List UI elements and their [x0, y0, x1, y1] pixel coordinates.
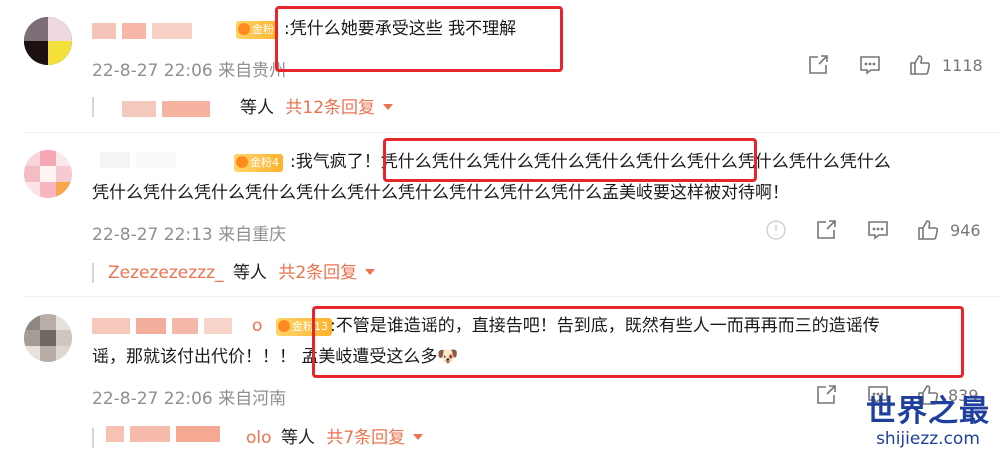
report-icon — [766, 220, 786, 240]
reply-divider — [92, 97, 94, 117]
divider — [24, 132, 1000, 133]
comment-location: 来自贵州 — [218, 61, 287, 81]
comment-button[interactable] — [866, 216, 890, 244]
reply-users-blurred[interactable] — [106, 426, 226, 442]
view-replies-link[interactable]: 共7条回复 — [326, 428, 424, 448]
comment-meta: 22-8-27 22:06 来自贵州 — [92, 56, 286, 81]
divider — [24, 296, 1000, 297]
comment-text: :我气疯了！凭什么凭什么凭什么凭什么凭什么凭什么凭什么凭什么凭什么凭什么 凭什么… — [92, 152, 891, 203]
report-button[interactable] — [764, 216, 788, 244]
fan-badge: 金粉 — [236, 21, 278, 39]
avatar[interactable] — [24, 314, 72, 362]
share-icon — [817, 220, 836, 239]
reply-users-blurred[interactable] — [122, 101, 216, 117]
view-replies-link[interactable]: 共12条回复 — [285, 98, 394, 118]
like-count: 1118 — [942, 55, 983, 75]
share-icon — [809, 55, 828, 74]
comment-actions: 1118 — [800, 51, 990, 79]
avatar[interactable] — [24, 150, 72, 198]
avatar[interactable] — [24, 17, 72, 65]
comment-meta: 22-8-27 22:06 来自河南 — [92, 384, 286, 409]
share-button[interactable] — [814, 216, 838, 244]
reply-summary: olo 等人 共7条回复 — [246, 426, 424, 450]
comment-text: :不管是谁造谣的，直接告吧！告到底，既然有些人一而再再而三的造谣传 谣，那就该付… — [92, 316, 880, 367]
share-icon — [817, 385, 836, 404]
comment-actions: 946 — [762, 216, 992, 244]
reply-divider — [92, 428, 94, 448]
comment-time: 22-8-27 22:06 — [92, 61, 213, 81]
username-blurred[interactable] — [92, 23, 198, 39]
reply-summary: 等人 共12条回复 — [240, 96, 394, 120]
share-button[interactable] — [814, 381, 838, 409]
watermark-title: 世界之最 — [866, 394, 990, 429]
reply-user[interactable]: olo — [246, 428, 272, 448]
comment-time: 22-8-27 22:13 — [92, 225, 213, 245]
comment-time: 22-8-27 22:06 — [92, 389, 213, 409]
reply-suffix: 等人 — [240, 98, 274, 118]
like-count: 946 — [950, 220, 981, 240]
comment-location: 来自重庆 — [218, 225, 287, 245]
reply-summary: Zezezezezzz_ 等人 共2条回复 — [108, 261, 376, 285]
site-watermark: 世界之最 shijiezz.com — [866, 394, 990, 450]
caret-down-icon — [365, 269, 376, 275]
view-replies-link[interactable]: 共2条回复 — [278, 263, 376, 283]
caret-down-icon — [383, 104, 394, 110]
reply-suffix: 等人 — [280, 428, 315, 448]
like-button[interactable]: 1118 — [908, 51, 983, 79]
comment-location: 来自河南 — [218, 389, 287, 409]
share-button[interactable] — [806, 51, 830, 79]
reply-suffix: 等人 — [232, 263, 267, 283]
comment-button[interactable] — [858, 51, 882, 79]
comment-icon — [860, 56, 880, 75]
reply-divider — [92, 263, 94, 283]
medal-icon — [238, 23, 250, 35]
like-icon — [910, 55, 931, 75]
reply-user[interactable]: Zezezezezzz_ — [108, 263, 224, 283]
watermark-url: shijiezz.com — [876, 429, 980, 449]
like-button[interactable]: 946 — [916, 216, 981, 244]
comment-icon — [868, 221, 888, 240]
comment-meta: 22-8-27 22:13 来自重庆 — [92, 220, 286, 245]
caret-down-icon — [413, 434, 424, 440]
like-icon — [918, 220, 939, 240]
comment-text: :凭什么她要承受这些 我不理解 — [284, 19, 517, 39]
